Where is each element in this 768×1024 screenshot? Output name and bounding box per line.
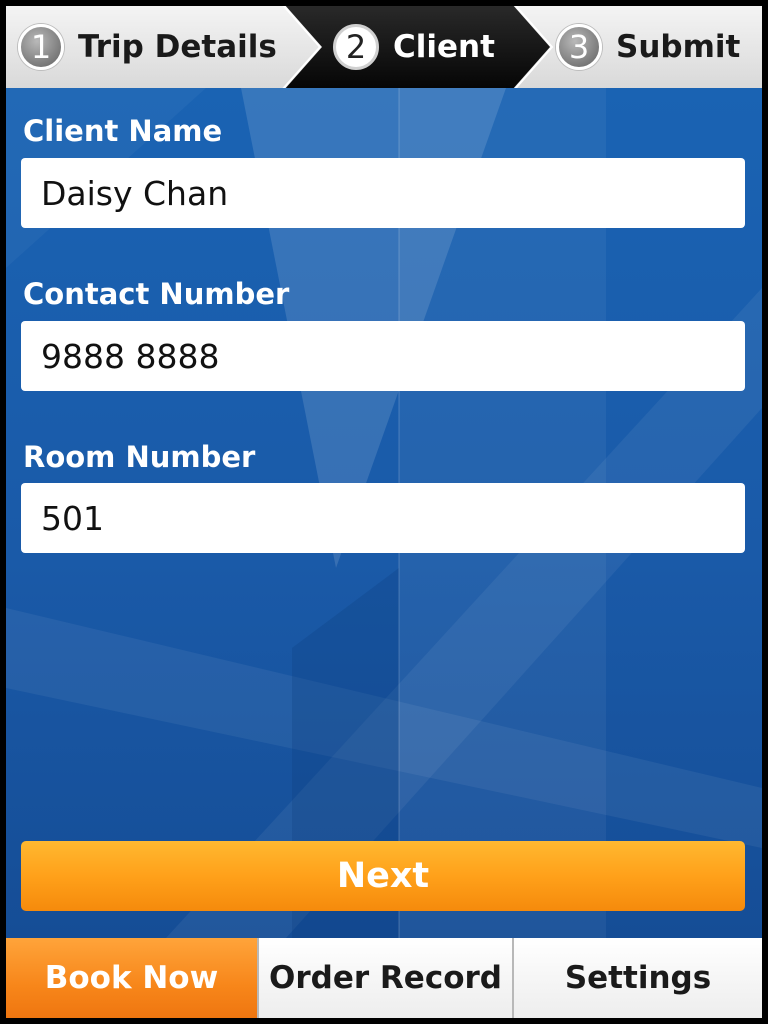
contact-number-input[interactable] xyxy=(21,321,745,391)
room-number-label: Room Number xyxy=(23,440,256,474)
client-name-label: Client Name xyxy=(23,114,223,148)
contact-number-label: Contact Number xyxy=(23,277,290,311)
room-number-input[interactable] xyxy=(21,483,745,553)
client-name-input[interactable] xyxy=(21,158,745,228)
step-1-label: Trip Details xyxy=(78,29,277,65)
step-1-trip-details[interactable]: 1 Trip Details xyxy=(18,6,277,88)
step-2-label: Client xyxy=(393,29,495,65)
step-3-label: Submit xyxy=(616,29,741,65)
step-progress-bar: 1 Trip Details 2 Client 3 Submit xyxy=(6,6,762,88)
tab-settings[interactable]: Settings xyxy=(512,938,762,1018)
step-1-number-badge: 1 xyxy=(18,24,64,70)
tab-order-record[interactable]: Order Record xyxy=(257,938,512,1018)
client-form-panel: Client Name Contact Number Room Number N… xyxy=(6,88,762,938)
step-3-number-badge: 3 xyxy=(556,24,602,70)
bottom-tab-bar: Book Now Order Record Settings xyxy=(6,938,762,1018)
tab-book-now[interactable]: Book Now xyxy=(6,938,257,1018)
step-3-submit[interactable]: 3 Submit xyxy=(556,6,740,88)
step-2-number-badge: 2 xyxy=(333,24,379,70)
next-button[interactable]: Next xyxy=(21,841,745,911)
app-frame: 1 Trip Details 2 Client 3 Submit Client … xyxy=(0,0,768,1024)
step-2-client[interactable]: 2 Client xyxy=(333,6,495,88)
